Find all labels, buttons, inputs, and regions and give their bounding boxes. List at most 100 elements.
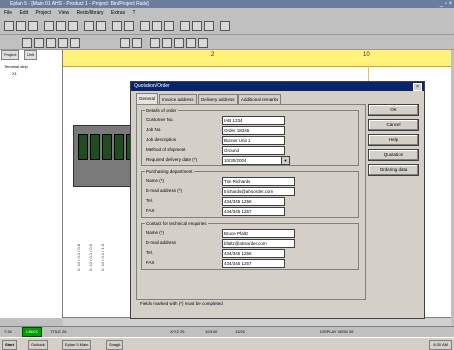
help-button[interactable]: Help [368,134,419,146]
pointer-icon[interactable] [22,38,32,48]
tab-general[interactable]: General [136,93,159,104]
status-bar: 7:34 TTILE 26 X/YZ 25 10/100 13/20 DISPL… [0,326,454,337]
purchasing-fax-field[interactable]: 434/345 1257 [222,207,285,216]
tree-item-terminal-strip[interactable]: Terminal strip [4,64,28,69]
required-fields-note: Fields marked with (*) must be completed [140,301,223,306]
copy-icon[interactable] [56,21,66,31]
technical-contact-group: Contact for technical enquiries Name (*)… [141,221,359,270]
technical-fax-row: FAX 434/345 1257 [146,259,358,268]
technical-name-field[interactable]: Bruce Pfaltz [222,229,295,238]
ruler-mark: 10 [363,52,370,58]
details-group: Details of order Customer No. IAB 1234 J… [141,108,359,166]
tab-additional-remarks[interactable]: Additional remarks [238,94,282,104]
field-label: E-mail address (*) [146,188,183,193]
quotation-button[interactable]: Quotation [368,149,419,161]
field-label: Name (*) [146,178,165,183]
ok-button[interactable]: OK [368,104,419,116]
status-coord: 10/100 [205,329,218,334]
technical-email-row: E-mail address bfaltz@ahsorder.com [146,239,358,248]
polygon-icon[interactable] [58,38,68,48]
menu-edit[interactable]: Edit [19,10,28,16]
menu-library[interactable]: Redo/library [77,10,104,16]
close-icon[interactable]: × [413,83,422,91]
connection-icon[interactable] [152,21,162,31]
purchasing-fax-row: FAX 434/345 1257 [146,207,358,216]
window-title: Eplan 5 - [Main 01 AHS - Product 1 - Pro… [10,1,149,7]
cable-icon[interactable] [180,21,190,31]
delivery-date-field[interactable]: 10/30/2004 [222,156,285,165]
menu-help[interactable]: ? [132,10,135,16]
technical-tel-row: Tel. 434/345 1256 [146,249,358,258]
project-tree-panel: Project Unit Terminal strip X1 [0,50,63,318]
paste-icon[interactable] [68,21,78,31]
technical-email-field[interactable]: bfaltz@ahsorder.com [222,239,295,248]
plc-icon[interactable] [192,21,202,31]
align-right-icon[interactable] [174,38,184,48]
delivery-date-row: Required delivery date (*) 10/30/2004 ▼ [146,156,358,165]
technical-tel-field[interactable]: 434/345 1256 [222,249,285,258]
zoom-icon[interactable] [112,21,122,31]
circle-icon[interactable] [46,38,56,48]
open-icon[interactable] [16,21,26,31]
field-label: Job No. [146,127,162,132]
menu-extras[interactable]: Extras [111,10,125,16]
status-left: 7:34 [4,329,12,334]
cut-icon[interactable] [44,21,54,31]
italic-icon[interactable] [198,38,208,48]
field-label: Tel. [146,250,154,255]
technical-fax-field[interactable]: 434/345 1257 [222,259,285,268]
group-title: Purchasing department [145,169,194,174]
job-no-field[interactable]: Order 18345 [222,126,285,135]
field-label: Tel. [146,198,154,203]
tab-invoice-address[interactable]: Invoice address [159,94,197,104]
tab-delivery-address[interactable]: Delivery address [198,94,238,104]
quotation-order-dialog: Quotation/Order × General Invoice addres… [130,81,425,319]
purchasing-name-field[interactable]: Tim Richards [222,177,295,186]
tab-project[interactable]: Project [1,50,20,60]
line-icon[interactable] [70,38,80,48]
align-left-icon[interactable] [150,38,160,48]
field-label: FAX [146,208,155,213]
bold-icon[interactable] [186,38,196,48]
purchasing-email-field[interactable]: trichards@ahsorder.com [222,187,295,196]
field-label: E-mail address [146,240,177,245]
menu-view[interactable]: View [58,10,69,16]
customer-no-field[interactable]: IAB 1234 [222,116,285,125]
menu-project[interactable]: Project [35,10,51,16]
grid-icon[interactable] [124,21,134,31]
terminal-icon[interactable] [164,21,174,31]
new-icon[interactable] [4,21,14,31]
shipment-method-field[interactable]: Ground [222,146,285,155]
purchasing-name-row: Name (*) Tim Richards [146,177,358,186]
undo-icon[interactable] [84,21,94,31]
field-label: FAX [146,260,155,265]
print-icon[interactable] [220,21,230,31]
save-icon[interactable] [28,21,38,31]
terminal-label: X: 12 / 0.1 / 0.8 [76,244,81,272]
terminal-label: X: 12 / 0.1 / 1.0 [100,244,105,272]
group-title: Contact for technical enquiries [145,221,208,226]
job-description-field[interactable]: Burner Unit 1 [222,136,285,145]
technical-name-row: Name (*) Bruce Pfaltz [146,229,358,238]
redo-icon[interactable] [96,21,106,31]
tree-item-x1[interactable]: X1 [12,71,17,76]
menu-file[interactable]: File [4,10,12,16]
dialog-title: Quotation/Order [134,83,170,89]
ordering-data-button[interactable]: Ordering data [368,164,419,176]
job-description-row: Job description Burner Unit 1 [146,136,358,145]
cancel-button[interactable]: Cancel [368,119,419,131]
status-mid: TTILE 26 [50,329,67,334]
symbol-icon[interactable] [140,21,150,31]
drawing-toolbar [0,35,454,50]
chevron-down-icon[interactable]: ▼ [281,156,290,165]
report-icon[interactable] [204,21,214,31]
menu-bar: File Edit Project View Redo/library Extr… [0,9,454,17]
window-controls[interactable]: _ ▫ × [440,0,452,8]
layer-icon[interactable] [132,38,142,48]
align-center-icon[interactable] [162,38,172,48]
tab-unit[interactable]: Unit [24,50,38,60]
purchasing-tel-field[interactable]: 434/345 1256 [222,197,285,206]
dialog-title-bar: Quotation/Order [131,82,424,91]
text-icon[interactable] [120,38,130,48]
rectangle-icon[interactable] [34,38,44,48]
